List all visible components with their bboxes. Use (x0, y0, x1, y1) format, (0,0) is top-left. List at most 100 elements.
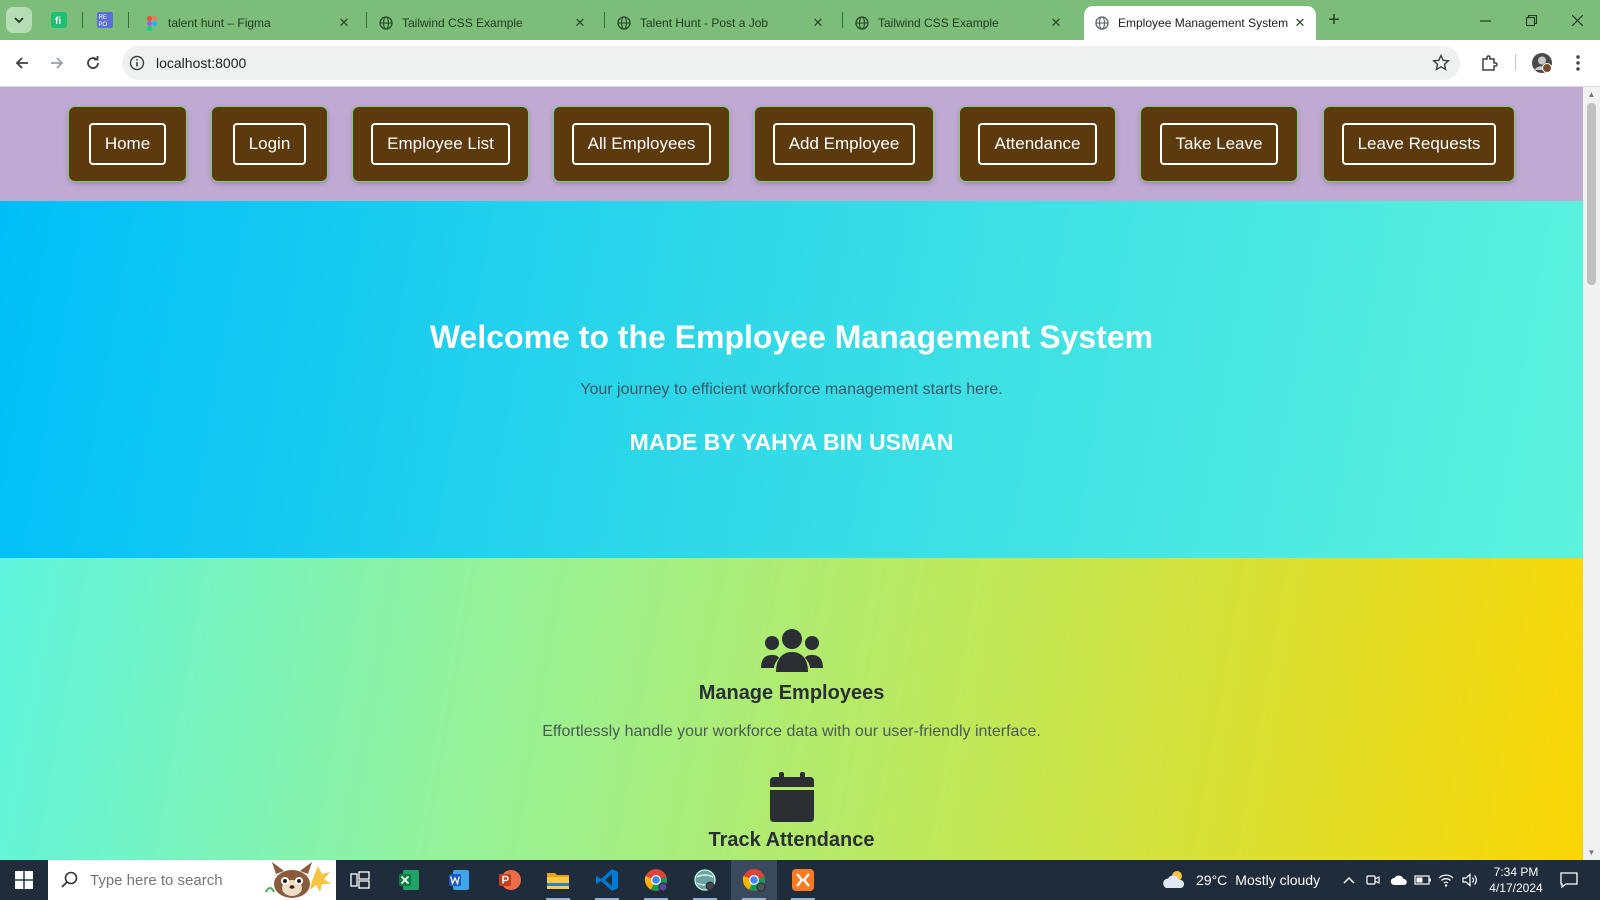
scrollbar-thumb[interactable] (1587, 103, 1596, 285)
word-icon (449, 870, 469, 890)
nav-attendance-button[interactable]: Attendance (978, 123, 1097, 165)
site-info-icon[interactable] (128, 54, 146, 72)
reload-icon (87, 56, 99, 69)
tab-title: Tailwind CSS Example (402, 16, 523, 30)
taskbar-chrome-profile-1[interactable] (633, 860, 679, 900)
globe-icon (1094, 15, 1110, 31)
notification-center-button[interactable] (1560, 860, 1578, 900)
bookmark-star-icon[interactable] (1432, 54, 1450, 72)
close-icon[interactable]: ✕ (1292, 15, 1308, 31)
taskbar-app-globe[interactable] (682, 860, 728, 900)
toolbar-separator (1515, 54, 1516, 70)
taskbar-word[interactable] (436, 860, 482, 900)
tray-wifi[interactable] (1438, 860, 1454, 900)
pinned-tab-2[interactable]: RE PO (94, 9, 116, 31)
tab-employee-management[interactable]: Employee Management System ✕ (1084, 6, 1316, 40)
start-button[interactable] (0, 860, 48, 900)
avatar (1532, 53, 1552, 73)
nav-card-leave-requests: Leave Requests (1324, 107, 1514, 181)
taskbar-file-explorer[interactable] (535, 860, 581, 900)
extensions-button[interactable] (1477, 51, 1501, 75)
task-view-button[interactable] (337, 860, 383, 900)
nav-login-button[interactable]: Login (232, 123, 307, 165)
back-button[interactable] (10, 51, 34, 75)
taskbar-search-input[interactable] (90, 871, 260, 889)
clock-date: 4/17/2024 (1489, 881, 1543, 895)
tab-title: Tailwind CSS Example (878, 16, 999, 30)
camera-icon (1366, 875, 1380, 885)
profile-button[interactable] (1530, 51, 1554, 75)
nav-card-employee-list: Employee List (353, 107, 528, 181)
taskbar-excel[interactable] (386, 860, 432, 900)
minimize-button[interactable] (1462, 0, 1508, 40)
scroll-down-arrow-icon[interactable]: ▼ (1587, 848, 1596, 857)
close-icon[interactable]: ✕ (1048, 15, 1064, 31)
taskbar-powerpoint[interactable] (486, 860, 532, 900)
nav-leave-requests-button[interactable]: Leave Requests (1341, 123, 1497, 165)
windows-logo-icon (15, 871, 33, 889)
taskbar-xampp[interactable] (780, 860, 826, 900)
hero-title: Welcome to the Employee Management Syste… (429, 319, 1154, 355)
feature-icon-wrapper (0, 628, 1583, 674)
address-bar[interactable] (122, 46, 1460, 80)
taskbar-chrome-profile-2[interactable] (731, 860, 777, 900)
taskbar-search-box[interactable] (48, 860, 336, 900)
notification-icon (1560, 872, 1578, 888)
search-icon (61, 871, 78, 888)
close-icon[interactable]: ✕ (810, 15, 826, 31)
arrow-left-icon (15, 57, 28, 69)
forward-button[interactable] (45, 51, 69, 75)
scroll-up-arrow-icon[interactable]: ▲ (1587, 90, 1596, 99)
tray-chevron[interactable] (1342, 860, 1356, 900)
taskbar-clock[interactable]: 7:34 PM 4/17/2024 (1476, 864, 1556, 896)
tab-tailwind-1[interactable]: Tailwind CSS Example ✕ (368, 6, 596, 40)
tray-meet[interactable] (1366, 860, 1380, 900)
fiverr-icon: fi (51, 12, 67, 28)
tab-tailwind-2[interactable]: Tailwind CSS Example ✕ (844, 6, 1072, 40)
restore-button[interactable] (1508, 0, 1554, 40)
page-scrollbar[interactable]: ▲ ▼ (1583, 87, 1600, 860)
search-highlight-illustration-icon (265, 862, 331, 898)
tray-battery[interactable] (1414, 860, 1432, 900)
nav-home-button[interactable]: Home (88, 123, 167, 165)
nav-all-employees-button[interactable]: All Employees (571, 123, 712, 165)
page-viewport: Home Login Employee List All Employees A… (0, 87, 1600, 860)
tab-figma[interactable]: talent hunt – Figma ✕ (134, 6, 360, 40)
cloudy-weather-icon (1163, 871, 1185, 888)
wifi-icon (1438, 874, 1454, 887)
tab-post-job[interactable]: Talent Hunt - Post a Job ✕ (606, 6, 834, 40)
globe-icon (854, 15, 870, 31)
taskbar-vscode[interactable] (584, 860, 630, 900)
restore-icon (1525, 14, 1537, 26)
tab-separator (842, 12, 843, 28)
tab-separator (604, 12, 605, 28)
globe-icon (378, 15, 394, 31)
figma-icon (144, 15, 160, 31)
chevron-down-icon (14, 17, 24, 24)
close-icon[interactable]: ✕ (572, 15, 588, 31)
powerpoint-icon (499, 870, 521, 890)
clock-time: 7:34 PM (1493, 865, 1539, 879)
close-window-button[interactable] (1554, 0, 1600, 40)
tab-title: Talent Hunt - Post a Job (640, 16, 769, 30)
tab-search-button[interactable] (6, 7, 32, 33)
browser-menu-button[interactable] (1566, 51, 1590, 75)
tray-onedrive[interactable] (1390, 860, 1408, 900)
new-tab-button[interactable]: + (1322, 9, 1346, 33)
close-icon[interactable]: ✕ (336, 15, 352, 31)
nav-add-employee-button[interactable]: Add Employee (772, 123, 916, 165)
browser-tab-strip: fi RE PO talent hunt – Figma ✕ Tailwind C… (0, 0, 1600, 40)
nav-employee-list-button[interactable]: Employee List (371, 123, 510, 165)
url-input[interactable] (156, 55, 1356, 71)
excel-icon (399, 870, 419, 890)
svg-text:PO: PO (99, 22, 108, 28)
nav-take-leave-button[interactable]: Take Leave (1159, 123, 1279, 165)
tab-separator (82, 12, 83, 28)
minimize-icon (1479, 19, 1491, 22)
pinned-tab-1[interactable]: fi (48, 9, 70, 31)
weather-widget[interactable]: 29°C Mostly cloudy (1160, 860, 1320, 900)
weather-condition: Mostly cloudy (1235, 872, 1321, 888)
nav-card-all-employees: All Employees (554, 107, 729, 181)
reload-button[interactable] (81, 51, 105, 75)
arrow-right-icon (51, 57, 64, 69)
